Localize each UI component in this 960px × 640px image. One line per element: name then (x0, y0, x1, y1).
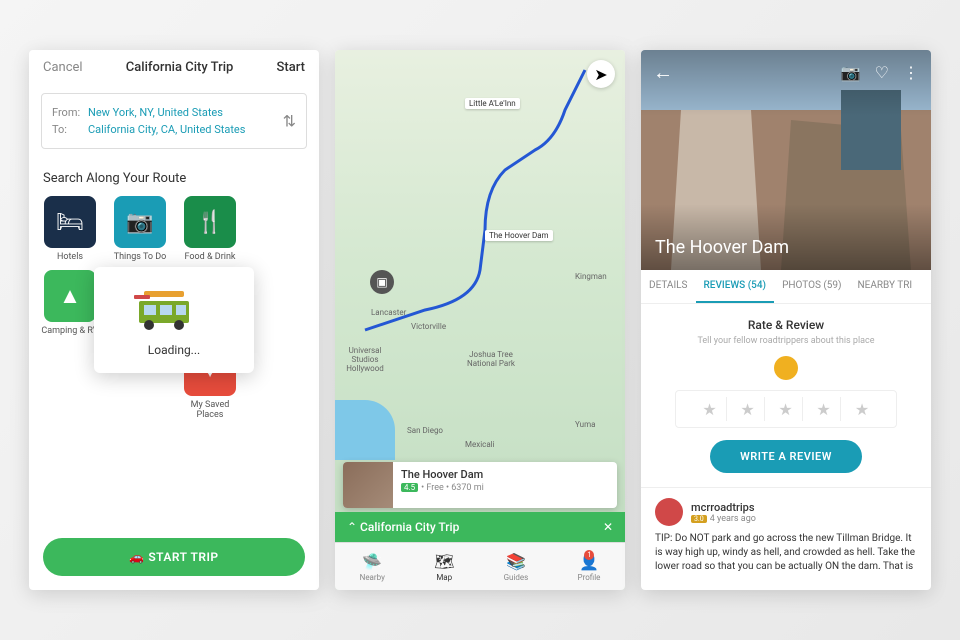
star-5[interactable]: ★ (845, 397, 879, 421)
more-icon[interactable]: ⋮ (903, 63, 919, 82)
tab-reviews[interactable]: REVIEWS (54) (696, 270, 775, 303)
book-icon: 📚 (506, 552, 526, 571)
loading-overlay: Loading... (94, 267, 254, 373)
city-sandiego: San Diego (407, 426, 443, 435)
section-label: Search Along Your Route (29, 157, 319, 196)
nav-guides[interactable]: 📚Guides (504, 552, 529, 582)
nav-nearby[interactable]: 🛸Nearby (360, 552, 385, 582)
star-rating[interactable]: ★ ★ ★ ★ ★ (675, 390, 897, 428)
place-title: The Hoover Dam (655, 237, 789, 258)
map-canvas[interactable]: ➤ Little A'Le'Inn The Hoover Dam ▣ Lanca… (335, 50, 625, 590)
to-value: California City, CA, United States (88, 123, 245, 136)
tab-details[interactable]: DETAILS (641, 270, 696, 303)
bottom-nav: 🛸Nearby 🗺Map 📚Guides 👤1Profile (335, 542, 625, 590)
star-2[interactable]: ★ (731, 397, 765, 421)
to-row[interactable]: To: California City, CA, United States (52, 123, 296, 136)
tab-nearby[interactable]: NEARBY TRI (850, 270, 921, 303)
star-4[interactable]: ★ (807, 397, 841, 421)
map-label-hoover[interactable]: The Hoover Dam (485, 230, 553, 241)
map-icon: 🗺 (434, 552, 454, 571)
city-kingman: Kingman (575, 272, 607, 281)
bed-icon: 🛏 (44, 196, 96, 248)
place-universal: Universal Studios Hollywood (335, 346, 395, 373)
screen-map: ➤ Little A'Le'Inn The Hoover Dam ▣ Lanca… (335, 50, 625, 590)
review-text: TIP: Do NOT park and go across the new T… (655, 532, 917, 574)
notification-badge: 1 (584, 550, 594, 560)
city-lancaster: Lancaster (371, 308, 406, 317)
rate-review-section: Rate & Review Tell your fellow roadtripp… (641, 304, 931, 487)
van-illustration (124, 283, 224, 333)
hero-image: ← 📷 ♡ ⋮ The Hoover Dam (641, 50, 931, 270)
review-item: mcrroadtrips 3.04 years ago TIP: Do NOT … (641, 487, 931, 584)
close-icon[interactable]: ✕ (603, 520, 613, 534)
from-row[interactable]: From: New York, NY, United States (52, 106, 296, 119)
start-button[interactable]: Start (277, 60, 305, 75)
trip-bar[interactable]: ⌃ California City Trip ✕ (335, 512, 625, 542)
camera-icon: 📷 (114, 196, 166, 248)
place-thumbnail (343, 462, 393, 508)
header: Cancel California City Trip Start (29, 50, 319, 85)
chevron-up-icon: ⌃ (347, 520, 357, 534)
star-1[interactable]: ★ (693, 397, 727, 421)
rate-label: Rate & Review (655, 318, 917, 332)
place-title: The Hoover Dam (401, 468, 609, 481)
swap-icon[interactable]: ⇅ (283, 112, 296, 131)
hero-icons: ← 📷 ♡ ⋮ (653, 60, 919, 85)
camera-icon[interactable]: 📷 (841, 63, 861, 82)
rate-sublabel: Tell your fellow roadtrippers about this… (655, 336, 917, 346)
category-camping[interactable]: ▲Camping & RV (39, 270, 101, 336)
screen-trip-planner: Cancel California City Trip Start From: … (29, 50, 319, 590)
star-3[interactable]: ★ (769, 397, 803, 421)
city-victorville: Victorville (411, 322, 446, 331)
tab-photos[interactable]: PHOTOS (59) (774, 270, 849, 303)
screen-place-detail: ← 📷 ♡ ⋮ The Hoover Dam DETAILS REVIEWS (… (641, 50, 931, 590)
heart-icon[interactable]: ♡ (875, 63, 889, 82)
cancel-button[interactable]: Cancel (43, 60, 83, 75)
category-food-drink[interactable]: 🍴Food & Drink (179, 196, 241, 262)
park-joshua: Joshua Tree National Park (461, 350, 521, 368)
review-username[interactable]: mcrroadtrips (691, 501, 756, 514)
utensils-icon: 🍴 (184, 196, 236, 248)
trip-title: California City Trip (126, 60, 234, 75)
from-value: New York, NY, United States (88, 106, 223, 119)
city-mexicali: Mexicali (465, 440, 495, 449)
back-icon[interactable]: ← (653, 60, 673, 85)
city-yuma: Yuma (575, 420, 595, 429)
start-trip-button[interactable]: 🚗 START TRIP (43, 538, 305, 576)
tent-icon: ▲ (44, 270, 96, 322)
write-review-button[interactable]: WRITE A REVIEW (710, 440, 862, 473)
route-box: From: New York, NY, United States To: Ca… (41, 93, 307, 149)
ufo-icon: 🛸 (362, 552, 382, 571)
coin-icon (774, 356, 798, 380)
place-info-card[interactable]: The Hoover Dam 4.5• Free • 6370 mi (343, 462, 617, 508)
nav-profile[interactable]: 👤1Profile (578, 552, 601, 582)
nav-map[interactable]: 🗺Map (434, 552, 454, 582)
category-hotels[interactable]: 🛏Hotels (39, 196, 101, 262)
from-label: From: (52, 106, 88, 119)
tab-bar: DETAILS REVIEWS (54) PHOTOS (59) NEARBY … (641, 270, 931, 304)
map-label-alien[interactable]: Little A'Le'Inn (465, 98, 520, 109)
photo-marker[interactable]: ▣ (370, 270, 394, 294)
to-label: To: (52, 123, 88, 136)
category-things-to-do[interactable]: 📷Things To Do (109, 196, 171, 262)
loading-text: Loading... (114, 343, 234, 357)
user-avatar[interactable] (655, 498, 683, 526)
place-meta: 4.5• Free • 6370 mi (401, 483, 609, 493)
review-meta: 3.04 years ago (691, 514, 756, 524)
